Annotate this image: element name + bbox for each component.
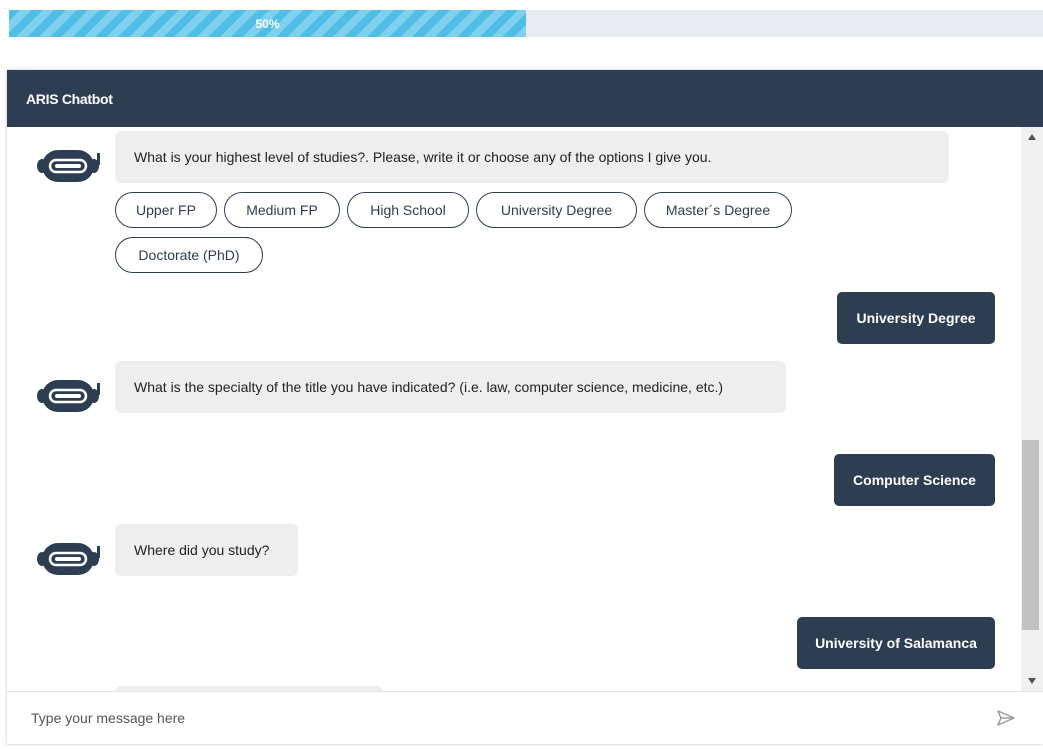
robot-icon <box>37 543 100 575</box>
chat-header: ARIS Chatbot <box>7 70 1043 127</box>
message-composer <box>7 691 1043 744</box>
option-high-school[interactable]: High School <box>347 192 469 228</box>
send-icon <box>997 710 1015 726</box>
option-doctorate[interactable]: Doctorate (PhD) <box>115 237 263 273</box>
bot-message: Where did you study? <box>115 524 298 576</box>
bot-message: What is your highest level of studies?. … <box>115 131 949 183</box>
message-list[interactable]: What is your highest level of studies?. … <box>7 127 1021 691</box>
chat-title: ARIS Chatbot <box>26 90 113 107</box>
message-input[interactable] <box>7 692 987 744</box>
robot-icon <box>37 150 100 182</box>
user-message: Computer Science <box>834 454 995 506</box>
scroll-up-icon[interactable] <box>1021 127 1043 147</box>
chat-window: ARIS Chatbot What is your highest level … <box>7 70 1043 744</box>
user-message: University Degree <box>837 292 995 344</box>
scrollbar[interactable] <box>1021 127 1043 691</box>
bot-message: What is the specialty of the title you h… <box>115 361 786 413</box>
option-masters-degree[interactable]: Master´s Degree <box>644 192 792 228</box>
progress-bar: 50% <box>9 10 1043 37</box>
user-message: University of Salamanca <box>797 617 995 669</box>
send-button[interactable] <box>993 706 1019 730</box>
robot-icon <box>37 380 100 412</box>
option-upper-fp[interactable]: Upper FP <box>115 192 217 228</box>
option-university-degree[interactable]: University Degree <box>476 192 637 228</box>
progress-label: 50% <box>255 16 280 31</box>
option-medium-fp[interactable]: Medium FP <box>224 192 340 228</box>
scroll-down-icon[interactable] <box>1021 671 1043 691</box>
scroll-thumb[interactable] <box>1022 440 1039 630</box>
